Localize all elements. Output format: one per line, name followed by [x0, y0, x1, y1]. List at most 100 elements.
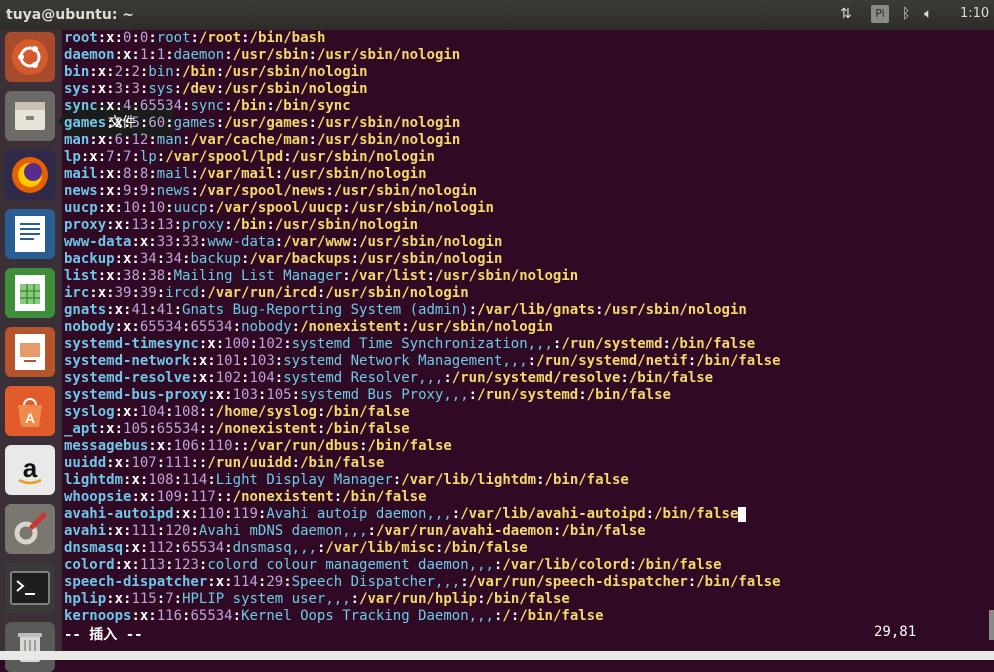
- field-home: /nonexistent: [300, 319, 402, 335]
- input-method-indicator[interactable]: Pi: [871, 5, 889, 23]
- field-home: /nonexistent: [215, 421, 317, 437]
- field-gid: 65534: [139, 98, 183, 114]
- clock[interactable]: 1:10: [960, 6, 989, 21]
- software-center-icon[interactable]: A: [5, 386, 55, 436]
- field-separator: :: [156, 149, 166, 165]
- field-separator: :: [241, 438, 250, 454]
- passwd-line: dnsmasq:x:112:65534:dnsmasq,,,:/var/lib/…: [64, 540, 528, 557]
- field-separator: :: [165, 268, 174, 284]
- files-icon[interactable]: [5, 91, 55, 141]
- field-home: /dev: [182, 81, 216, 97]
- field-separator: :: [190, 523, 199, 539]
- field-uid: 105: [123, 421, 149, 437]
- field-separator: :x:: [106, 115, 132, 131]
- field-separator: :x:: [89, 81, 115, 97]
- passwd-line: avahi:x:111:120:Avahi mDNS daemon,,,:/va…: [64, 523, 646, 540]
- field-home: /var/run/ircd: [207, 285, 317, 301]
- field-user: avahi-autoipd: [64, 506, 174, 522]
- field-user: lightdm: [64, 472, 124, 488]
- field-separator: :: [224, 98, 233, 114]
- field-gid: 110: [207, 438, 233, 454]
- passwd-line: bin:x:2:2:bin:/bin:/usr/sbin/nologin: [64, 64, 368, 81]
- field-separator: :: [165, 47, 174, 63]
- trash-icon[interactable]: [5, 622, 55, 672]
- field-separator: :: [148, 47, 157, 63]
- field-shell: /bin/false: [519, 608, 604, 624]
- field-gecos: sync: [190, 98, 225, 114]
- field-gecos: Mailing List Manager: [173, 268, 343, 284]
- field-separator: :: [165, 200, 174, 216]
- cursor-position: 29,81: [874, 624, 917, 640]
- passwd-line: backup:x:34:34:backup:/var/backups:/usr/…: [64, 251, 502, 268]
- terminal-scrollbar[interactable]: [989, 610, 994, 640]
- passwd-line: news:x:9:9:news:/var/spool/news:/usr/sbi…: [64, 183, 477, 200]
- network-updown-icon[interactable]: ⇅: [840, 6, 852, 22]
- field-separator: :x:: [131, 234, 157, 250]
- field-separator: :: [207, 404, 216, 420]
- field-separator: :x:: [89, 285, 115, 301]
- field-shell: /bin/false: [342, 489, 427, 505]
- field-separator: :x:: [114, 557, 140, 573]
- field-shell: /bin/bash: [249, 30, 326, 46]
- field-separator: :: [156, 455, 166, 471]
- terminal-icon[interactable]: [5, 563, 55, 613]
- field-uid: 5: [131, 115, 140, 131]
- field-uid: 103: [232, 387, 258, 403]
- field-user: avahi: [64, 523, 107, 539]
- field-gecos: Avahi autoip daemon,,,: [266, 506, 452, 522]
- field-separator: :x:: [97, 268, 124, 284]
- field-gid: 29: [266, 574, 284, 590]
- field-uid: 7: [106, 149, 115, 165]
- passwd-line: uucp:x:10:10:uucp:/var/spool/uucp:/usr/s…: [64, 200, 494, 217]
- amazon-icon[interactable]: a: [5, 445, 55, 495]
- field-separator: :: [165, 404, 174, 420]
- field-shell: /usr/sbin/nologin: [325, 285, 469, 301]
- field-home: /usr/games: [224, 115, 309, 131]
- field-gecos: nobody: [241, 319, 292, 335]
- field-gid: 117: [190, 489, 216, 505]
- field-separator: :: [131, 166, 140, 182]
- field-shell: /usr/sbin/nologin: [434, 268, 579, 284]
- field-separator: :x:: [114, 47, 140, 63]
- passwd-line: daemon:x:1:1:daemon:/usr/sbin:/usr/sbin/…: [64, 47, 460, 64]
- unity-launcher: A a: [0, 30, 62, 672]
- field-shell: /usr/sbin/nologin: [316, 132, 461, 148]
- field-gid: 119: [232, 506, 258, 522]
- terminal-text-area[interactable]: root:x:0:0:root:/root:/bin/bash daemon:x:…: [62, 30, 994, 628]
- field-uid: 100: [224, 336, 250, 352]
- field-separator: :: [232, 319, 242, 335]
- field-shell: /bin/false: [544, 472, 629, 488]
- field-gid: 120: [165, 523, 191, 539]
- field-uid: 112: [148, 540, 174, 556]
- field-uid: 39: [114, 285, 132, 301]
- bluetooth-icon[interactable]: ᛒ: [902, 6, 910, 22]
- field-uid: 104: [139, 404, 166, 420]
- field-separator: :: [207, 200, 216, 216]
- field-separator: :: [148, 421, 157, 437]
- field-gecos: dnsmasq,,,: [232, 540, 317, 556]
- field-separator: :x:: [89, 64, 115, 80]
- field-home: /var/spool/uucp: [215, 200, 343, 216]
- firefox-icon[interactable]: [5, 150, 55, 200]
- volume-icon[interactable]: 🔈︎: [924, 6, 932, 22]
- system-settings-icon[interactable]: [5, 504, 55, 554]
- field-separator: :: [662, 336, 671, 352]
- field-separator: :: [308, 115, 317, 131]
- field-user: gnats: [64, 302, 107, 318]
- field-user: irc: [64, 285, 90, 301]
- field-shell: /bin/false: [637, 557, 722, 573]
- impress-icon[interactable]: [5, 327, 55, 377]
- field-home: /var/run/speech-dispatcher: [468, 574, 688, 590]
- field-separator: :: [215, 64, 225, 80]
- writer-icon[interactable]: [5, 209, 55, 259]
- calc-icon[interactable]: [5, 268, 55, 318]
- ubuntu-dash-icon[interactable]: [5, 32, 55, 82]
- field-home: /run/systemd: [561, 336, 663, 352]
- field-uid: 110: [198, 506, 225, 522]
- field-gid: 38: [148, 268, 166, 284]
- field-separator: :: [274, 353, 284, 369]
- field-separator: :: [308, 47, 317, 63]
- field-shell: /usr/sbin/nologin: [291, 149, 435, 165]
- field-gecos: daemon: [173, 47, 225, 63]
- field-separator: :: [224, 540, 233, 556]
